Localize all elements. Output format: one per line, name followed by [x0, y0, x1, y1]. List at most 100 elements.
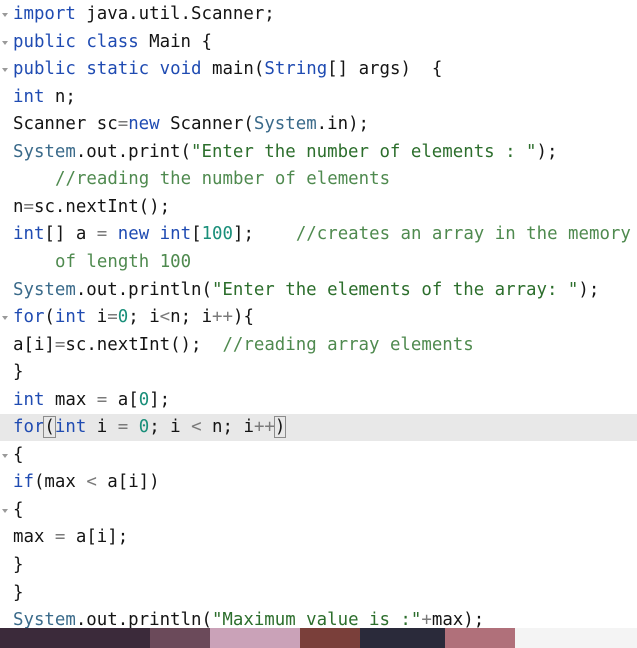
code-token: int	[13, 389, 45, 410]
code-token: n;	[44, 86, 76, 107]
fold-arrow-icon[interactable]	[2, 508, 8, 513]
code-text: for(int i=0; i<n; i++){	[13, 304, 254, 331]
code-token: <	[159, 307, 171, 328]
code-line[interactable]: n=sc.nextInt();	[0, 194, 637, 221]
code-line[interactable]: if(max < a[i])	[0, 469, 637, 496]
code-line[interactable]: int[] a = new int[100]; //creates an arr…	[0, 221, 637, 248]
code-token: =	[117, 417, 129, 438]
code-line[interactable]: public class Main {	[0, 29, 637, 56]
code-token: n; i	[170, 307, 213, 328]
code-token: {	[13, 444, 24, 465]
code-token: for	[13, 417, 45, 438]
fold-arrow-icon[interactable]	[2, 40, 8, 45]
code-token: int	[54, 417, 87, 438]
code-line[interactable]: {	[0, 497, 637, 524]
photo-segment	[360, 628, 445, 648]
code-token: System	[13, 279, 76, 300]
code-line[interactable]: }	[0, 359, 637, 386]
code-text: public class Main {	[13, 29, 212, 56]
code-line[interactable]: for(int i=0; i<n; i++){	[0, 304, 637, 331]
code-token: }	[13, 555, 24, 575]
code-token: for	[13, 307, 45, 328]
code-text: {	[13, 497, 23, 524]
code-token: i	[86, 417, 118, 438]
code-token: ];	[232, 224, 296, 245]
code-line[interactable]: }	[0, 552, 637, 579]
code-token: void	[159, 59, 202, 80]
code-line[interactable]: of length 100	[0, 249, 637, 276]
code-line[interactable]: for(int i = 0; i < n; i++)	[0, 414, 637, 442]
code-token: );	[536, 141, 558, 162]
code-token: int	[54, 307, 87, 328]
code-text: }	[13, 552, 23, 579]
code-token: if	[13, 472, 34, 493]
code-token: ];	[149, 389, 171, 410]
code-token: 0	[138, 417, 150, 438]
code-text: import java.util.Scanner;	[13, 1, 275, 28]
code-text: System.out.println("Enter the elements o…	[13, 277, 599, 304]
code-line[interactable]: a[i]=sc.nextInt(); //reading array eleme…	[0, 332, 637, 359]
code-token: =	[96, 389, 108, 410]
code-token: 100	[201, 224, 233, 245]
code-token: ; i	[149, 417, 192, 438]
code-token: int	[13, 86, 45, 107]
code-token: ){	[233, 307, 254, 328]
photo-segment	[0, 628, 150, 648]
code-token: 0	[138, 389, 150, 410]
code-token: }	[13, 582, 24, 603]
fold-arrow-icon[interactable]	[2, 68, 8, 73]
fold-arrow-icon[interactable]	[2, 13, 8, 17]
code-token: [] args) {	[327, 59, 443, 80]
code-line[interactable]: import java.util.Scanner;	[0, 1, 637, 28]
code-line[interactable]: int n;	[0, 84, 637, 111]
code-token: =	[54, 334, 66, 355]
code-text: max = a[i];	[13, 524, 128, 551]
code-line[interactable]: public static void main(String[] args) {	[0, 56, 637, 83]
code-token: max);	[431, 610, 485, 628]
background-photo-strip	[0, 628, 637, 648]
code-token: ++	[212, 307, 233, 328]
code-line[interactable]: System.out.println("Maximum value is :"+…	[0, 607, 637, 628]
code-token: =	[23, 196, 34, 217]
code-line[interactable]: int max = a[0];	[0, 387, 637, 414]
code-line[interactable]: Scanner sc=new Scanner(System.in);	[0, 111, 637, 138]
code-token: public	[13, 59, 76, 80]
code-token: int	[13, 224, 45, 245]
code-token: [	[191, 224, 202, 245]
code-token: a[	[107, 389, 139, 410]
code-text: for(int i = 0; i < n; i++)	[13, 414, 287, 441]
code-token: )	[273, 416, 287, 439]
code-token: =	[96, 224, 108, 245]
code-line[interactable]: max = a[i];	[0, 524, 637, 551]
code-line[interactable]: {	[0, 442, 637, 469]
code-line[interactable]: }	[0, 580, 637, 607]
code-token: {	[13, 499, 24, 520]
fold-arrow-icon[interactable]	[2, 316, 8, 321]
fold-arrow-icon[interactable]	[2, 453, 8, 458]
code-token: =	[54, 527, 66, 548]
code-line[interactable]: System.out.print("Enter the number of el…	[0, 139, 637, 166]
code-text: }	[13, 359, 23, 386]
code-editor[interactable]: import java.util.Scanner; public class Ma…	[0, 0, 637, 628]
code-token: //reading the number of elements	[55, 169, 391, 190]
code-line[interactable]: //reading the number of elements	[0, 166, 637, 193]
code-token: (	[44, 307, 55, 328]
code-token: of length 100	[55, 251, 192, 272]
code-token: n	[13, 196, 24, 217]
code-line[interactable]: System.out.println("Enter the elements o…	[0, 277, 637, 304]
code-text: }	[13, 580, 23, 607]
code-token: a[i];	[65, 527, 129, 548]
code-text: int n;	[13, 84, 76, 111]
code-token: +	[421, 610, 432, 628]
code-token: int	[159, 224, 192, 245]
code-text: System.out.print("Enter the number of el…	[13, 139, 557, 166]
code-token: [] a	[44, 224, 97, 245]
code-token: String	[264, 59, 328, 80]
code-token: static	[86, 59, 150, 80]
